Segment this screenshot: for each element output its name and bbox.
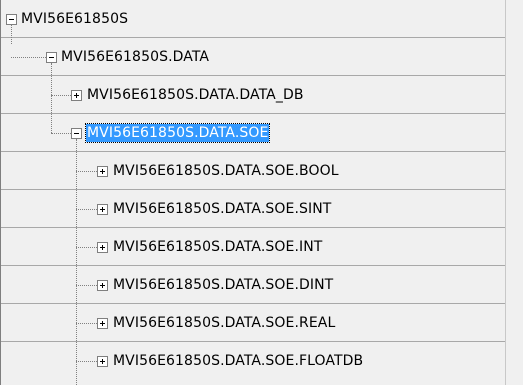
expand-icon[interactable] [71, 90, 82, 101]
tree-node-data[interactable]: MVI56E61850S.DATA [1, 38, 506, 76]
tree-connector-line [76, 171, 97, 172]
expand-icon[interactable] [97, 280, 108, 291]
tree-node-label[interactable]: MVI56E61850S.DATA.SOE.SINT [112, 200, 332, 218]
collapse-icon[interactable] [71, 128, 82, 139]
expand-icon[interactable] [97, 204, 108, 215]
tree-connector-line [76, 361, 97, 362]
tree-node-label[interactable]: MVI56E61850S.DATA.DATA_DB [86, 86, 305, 104]
tree-node-label[interactable]: MVI56E61850S.DATA.SOE.REAL [112, 314, 336, 332]
collapse-icon[interactable] [6, 14, 17, 25]
tree-node-label[interactable]: MVI56E61850S.DATA.SOE.FLOATDB [112, 352, 364, 370]
tree-connector-line [51, 133, 71, 134]
tree-node-label-selected[interactable]: MVI56E61850S.DATA.SOE [84, 123, 271, 143]
tree-node-label[interactable]: MVI56E61850S.DATA.SOE.INT [112, 238, 323, 256]
tree-connector-line [51, 63, 52, 133]
tree-connector-line [76, 139, 77, 385]
tree-node-label[interactable]: MVI56E61850S [20, 10, 129, 28]
tree-node-data-db[interactable]: MVI56E61850S.DATA.DATA_DB [1, 76, 506, 114]
tree-connector-line [76, 247, 97, 248]
panel-divider [505, 0, 506, 385]
tree-connector-line [11, 57, 46, 58]
tree-node-label[interactable]: MVI56E61850S.DATA.SOE.BOOL [112, 162, 340, 180]
tree-connector-line [76, 209, 97, 210]
tree-connector-line [51, 95, 71, 96]
tree-node-label[interactable]: MVI56E61850S.DATA [60, 48, 210, 66]
expand-icon[interactable] [97, 356, 108, 367]
tag-tree-view[interactable]: MVI56E61850S MVI56E61850S.DATA MVI56E618… [0, 0, 523, 385]
collapse-icon[interactable] [46, 52, 57, 63]
tree-node-root[interactable]: MVI56E61850S [1, 0, 506, 38]
expand-icon[interactable] [97, 242, 108, 253]
tree-connector-line [76, 323, 97, 324]
expand-icon[interactable] [97, 318, 108, 329]
tree-connector-line [76, 285, 97, 286]
tree-connector-line [11, 25, 12, 44]
tree-node-label[interactable]: MVI56E61850S.DATA.SOE.DINT [112, 276, 334, 294]
expand-icon[interactable] [97, 166, 108, 177]
